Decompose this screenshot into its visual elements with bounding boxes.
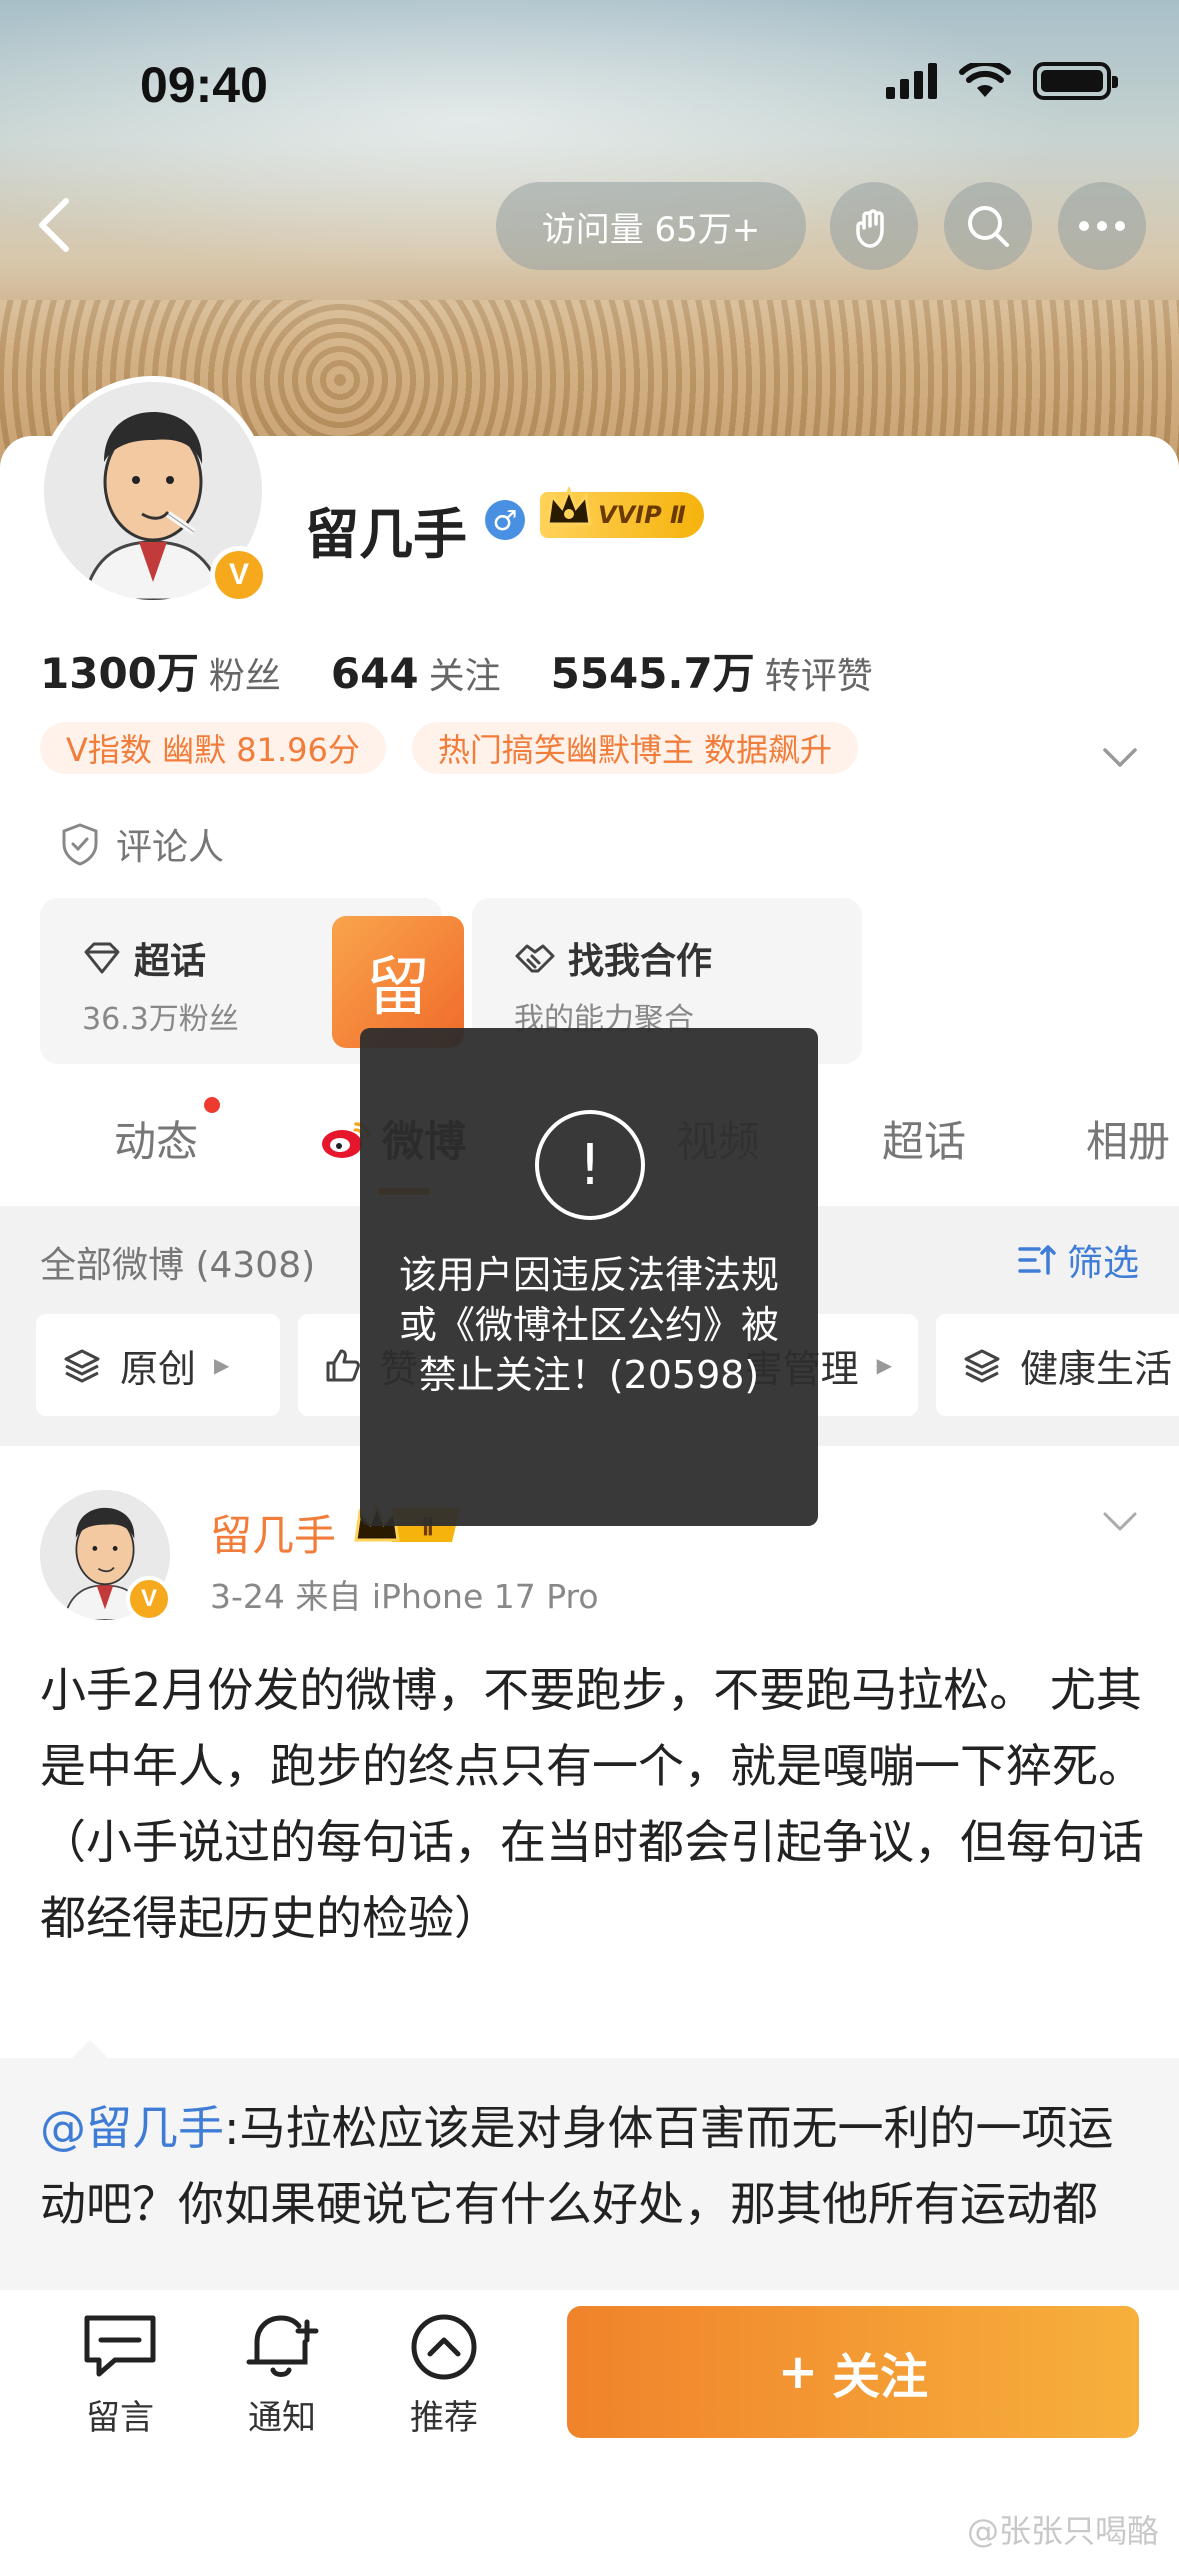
toast-message: 该用户因违反法律法规或《微博社区公约》被禁止关注！(20598): [398, 1253, 779, 1397]
stat-fans-value: 1300万: [40, 649, 199, 698]
role-text: 评论人: [116, 827, 225, 868]
post-meta: 3-24 来自 iPhone 17 Pro: [210, 1577, 599, 1616]
bell-plus-icon: [246, 2315, 319, 2377]
handshake-icon: [515, 944, 555, 973]
quoted-post-text[interactable]: @留几手:马拉松应该是对身体百害而无一利的一项运动吧？你如果硬说它有什么好处，那…: [40, 2090, 1150, 2242]
quoted-mention[interactable]: @留几手: [40, 2101, 224, 2155]
stat-interactions-value: 5545.7万: [550, 649, 755, 698]
notify-button[interactable]: 通知: [222, 2312, 342, 2439]
stat-interactions-label: 转评赞: [764, 656, 873, 697]
plus-icon: +: [777, 2344, 819, 2400]
stat-following[interactable]: 644 关注: [331, 647, 501, 699]
filter-sort-icon: [1018, 1245, 1056, 1275]
diamond-icon: [84, 942, 120, 974]
tab-album[interactable]: 相册: [1086, 1108, 1170, 1169]
chip-arrow-icon: ▶: [214, 1353, 230, 1377]
crown-icon: [546, 485, 592, 526]
stat-interactions[interactable]: 5545.7万 转评赞: [551, 640, 873, 701]
notification-dot: [204, 1097, 220, 1113]
all-weibo-count[interactable]: 全部微博 (4308): [40, 1236, 315, 1288]
message-button-label: 留言: [86, 2398, 154, 2438]
profile-name: 留几手: [305, 503, 467, 566]
follow-button[interactable]: + 关注: [567, 2306, 1139, 2438]
post-body[interactable]: 小手2月份发的微博，不要跑步，不要跑马拉松。 尤其是中年人，跑步的终点只有一个，…: [40, 1652, 1150, 1956]
role-label: 评论人: [60, 818, 224, 870]
wifi-icon: [959, 63, 1011, 97]
chip-health[interactable]: 健康生活: [936, 1314, 1179, 1416]
filter-button[interactable]: 筛选: [1017, 1234, 1139, 1286]
message-icon: [84, 2315, 156, 2377]
more-dots-icon: [1079, 221, 1125, 231]
supertopic-title: 超话: [82, 932, 206, 984]
tag-hot-blogger[interactable]: 热门搞笑幽默博主 数据飙升: [411, 722, 859, 774]
chip-original[interactable]: 原创 ▶: [36, 1314, 280, 1416]
watermark: @张张只喝酪: [966, 2512, 1159, 2550]
tag-v-index[interactable]: V指数 幽默 81.96分: [40, 722, 386, 774]
post-menu-chevron-icon[interactable]: [1101, 1510, 1139, 1534]
gender-male-icon: ♂: [485, 500, 525, 540]
wave-hand-button[interactable]: [830, 182, 918, 270]
recommend-button[interactable]: 推荐: [384, 2312, 504, 2439]
layers-icon: [64, 1349, 100, 1383]
layers-icon: [964, 1349, 1000, 1383]
search-button[interactable]: [944, 182, 1032, 270]
tab-activity[interactable]: 动态: [114, 1108, 198, 1169]
stat-fans[interactable]: 1300万 粉丝: [40, 640, 281, 701]
post-author-name[interactable]: 留几手: [210, 1502, 336, 1563]
vvip-badge-label: VVIP Ⅱ: [598, 501, 686, 529]
error-toast: ! 该用户因违反法律法规或《微博社区公约》被禁止关注！(20598): [360, 1028, 818, 1526]
tab-supertopic[interactable]: 超话: [882, 1108, 966, 1169]
chip-arrow-icon: ▶: [876, 1353, 892, 1377]
status-icons: [886, 62, 1118, 100]
back-arrow-icon[interactable]: [30, 195, 80, 255]
expand-chevron-icon[interactable]: [1101, 746, 1139, 770]
visit-count-pill[interactable]: 访问量 65万+: [496, 182, 806, 270]
cooperation-title-text: 找我合作: [568, 941, 713, 982]
supertopic-sub: 36.3万粉丝: [82, 1002, 239, 1037]
shield-check-icon: [62, 823, 98, 866]
follow-button-label: 关注: [832, 2349, 929, 2405]
verified-badge: V: [210, 546, 268, 604]
recommend-button-label: 推荐: [410, 2398, 478, 2438]
chevron-up-circle-icon: [411, 2314, 477, 2380]
stat-fans-label: 粉丝: [208, 656, 281, 697]
stat-following-value: 644: [330, 649, 419, 698]
exclamation-icon: !: [535, 1110, 645, 1220]
profile-stats: 1300万 粉丝 644 关注 5545.7万 转评赞: [40, 640, 873, 701]
profile-tags: V指数 幽默 81.96分 热门搞笑幽默博主 数据飙升: [40, 722, 859, 774]
notify-button-label: 通知: [248, 2398, 316, 2438]
supertopic-title-text: 超话: [134, 941, 207, 982]
chip-original-label: 原创: [120, 1346, 197, 1391]
chip-health-label: 健康生活: [1020, 1346, 1173, 1391]
message-button[interactable]: 留言: [60, 2312, 180, 2439]
status-time: 09:40: [140, 57, 268, 113]
cooperation-title: 找我合作: [514, 932, 712, 984]
verified-badge: V: [126, 1576, 172, 1622]
stat-following-label: 关注: [428, 656, 501, 697]
filter-button-label: 筛选: [1066, 1243, 1139, 1284]
quote-notch: [70, 2040, 110, 2060]
wave-hand-icon: [856, 209, 884, 248]
thumbs-up-icon: [326, 1349, 360, 1382]
vvip-badge[interactable]: VVIP Ⅱ: [540, 485, 704, 538]
signal-icon: [886, 63, 937, 99]
more-button[interactable]: [1058, 182, 1146, 270]
battery-icon: [1033, 62, 1118, 100]
search-icon: [968, 206, 1009, 247]
